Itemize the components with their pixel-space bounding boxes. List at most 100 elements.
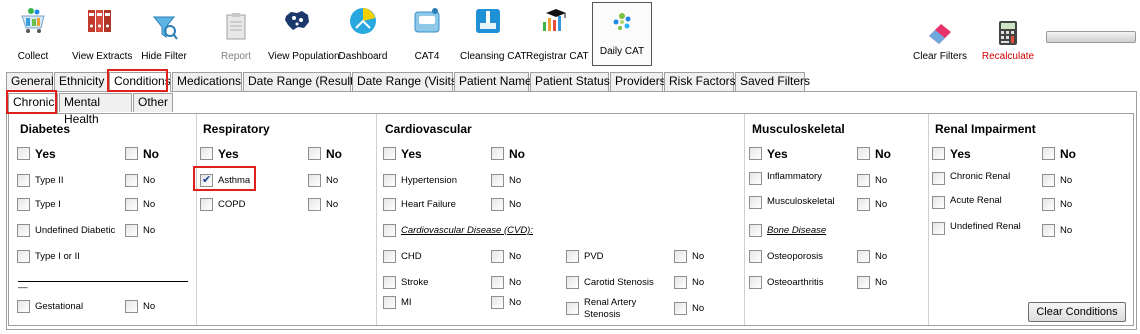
respiratory-no-checkbox[interactable] <box>308 147 321 160</box>
type-ii-label: Type II <box>35 175 64 186</box>
renal-no-checkbox[interactable] <box>1042 147 1055 160</box>
hypertension-checkbox[interactable] <box>383 174 396 187</box>
dashboard-button[interactable]: Dashboard <box>336 2 390 66</box>
carotid-stenosis-no-checkbox[interactable] <box>674 276 687 289</box>
acute-renal-no-label: No <box>1060 199 1073 210</box>
view-extracts-button[interactable]: View Extracts <box>72 2 132 66</box>
type-i-checkbox[interactable] <box>17 198 30 211</box>
respiratory-yes-label: Yes <box>218 147 239 161</box>
undefined-renal-no-checkbox[interactable] <box>1042 224 1055 237</box>
cat4-button[interactable]: CAT4 <box>402 2 452 66</box>
chronic-renal-no-checkbox[interactable] <box>1042 174 1055 187</box>
cvd-checkbox[interactable] <box>383 224 396 237</box>
renal-yes-checkbox[interactable] <box>932 147 945 160</box>
type-i-or-ii-label: Type I or II <box>35 251 80 262</box>
carotid-stenosis-checkbox[interactable] <box>566 276 579 289</box>
subtab-mental-health[interactable]: Mental Health <box>59 93 132 126</box>
tab-ethnicity[interactable]: Ethnicity <box>54 72 108 91</box>
cardiovascular-no-checkbox[interactable] <box>491 147 504 160</box>
tab-risk-factors[interactable]: Risk Factors <box>664 72 736 91</box>
inflammatory-checkbox[interactable] <box>749 172 762 185</box>
subtab-chronic[interactable]: Chronic <box>8 93 58 113</box>
gestational-no-checkbox[interactable] <box>125 300 138 313</box>
musculoskeletal-item-no-checkbox[interactable] <box>857 198 870 211</box>
heart-failure-no-checkbox[interactable] <box>491 198 504 211</box>
musculoskeletal-yes-checkbox[interactable] <box>749 147 762 160</box>
pvd-checkbox[interactable] <box>566 250 579 263</box>
tab-patient-status[interactable]: Patient Status <box>530 72 610 91</box>
diabetes-yes-checkbox[interactable] <box>17 147 30 160</box>
osteoporosis-no-checkbox[interactable] <box>857 250 870 263</box>
mi-no-checkbox[interactable] <box>491 296 504 309</box>
acute-renal-no-checkbox[interactable] <box>1042 198 1055 211</box>
type-i-label: Type I <box>35 199 61 210</box>
type-i-or-ii-checkbox[interactable] <box>17 250 30 263</box>
tab-saved-filters[interactable]: Saved Filters <box>735 72 810 91</box>
cardiovascular-yes-checkbox[interactable] <box>383 147 396 160</box>
cardiovascular-yes-label: Yes <box>401 147 422 161</box>
osteoarthritis-label: Osteoarthritis <box>767 277 824 288</box>
osteoporosis-checkbox[interactable] <box>749 250 762 263</box>
view-population-button[interactable]: View Population <box>268 2 340 66</box>
report-button[interactable]: Report <box>208 2 264 66</box>
cleansing-cat-button[interactable]: Cleansing CAT <box>460 2 527 66</box>
musculoskeletal-no-label: No <box>875 147 891 161</box>
gestational-checkbox[interactable] <box>17 300 30 313</box>
type-ii-checkbox[interactable] <box>17 174 30 187</box>
copd-checkbox[interactable] <box>200 198 213 211</box>
hypertension-no-checkbox[interactable] <box>491 174 504 187</box>
hide-filter-button[interactable]: Hide Filter <box>136 2 192 66</box>
stroke-checkbox[interactable] <box>383 276 396 289</box>
osteoarthritis-checkbox[interactable] <box>749 276 762 289</box>
musculoskeletal-yes-label: Yes <box>767 147 788 161</box>
clear-conditions-button[interactable]: Clear Conditions <box>1028 302 1126 322</box>
stroke-no-checkbox[interactable] <box>491 276 504 289</box>
bone-disease-checkbox[interactable] <box>749 224 762 237</box>
recalculate-button[interactable]: Recalculate <box>978 2 1038 66</box>
tab-date-range-results[interactable]: Date Range (Results) <box>243 72 363 91</box>
tab-date-range-visits[interactable]: Date Range (Visits) <box>352 72 461 91</box>
chronic-panel <box>8 113 1134 326</box>
tab-general[interactable]: General <box>6 72 54 91</box>
daily-cat-button[interactable]: Daily CAT <box>592 2 652 66</box>
asthma-checkbox[interactable] <box>200 173 213 187</box>
mi-label: MI <box>401 297 412 308</box>
inflammatory-no-label: No <box>875 175 888 186</box>
undefined-diabetic-checkbox[interactable] <box>17 224 30 237</box>
cleansing-cat-icon <box>476 9 500 33</box>
type-ii-no-checkbox[interactable] <box>125 174 138 187</box>
chronic-renal-checkbox[interactable] <box>932 172 945 185</box>
tab-providers[interactable]: Providers <box>610 72 666 91</box>
tab-conditions[interactable]: Conditions <box>109 72 171 92</box>
musculoskeletal-item-checkbox[interactable] <box>749 196 762 209</box>
renal-artery-stenosis-no-checkbox[interactable] <box>674 302 687 315</box>
diabetes-no-checkbox[interactable] <box>125 147 138 160</box>
mi-checkbox[interactable] <box>383 296 396 309</box>
musculoskeletal-no-checkbox[interactable] <box>857 147 870 160</box>
clear-filters-button[interactable]: Clear Filters <box>910 2 970 66</box>
heart-failure-label: Heart Failure <box>401 199 456 210</box>
registrar-cat-button[interactable]: Registrar CAT <box>526 2 589 66</box>
undefined-renal-no-label: No <box>1060 225 1073 236</box>
tab-patient-name[interactable]: Patient Name <box>454 72 532 91</box>
pvd-no-checkbox[interactable] <box>674 250 687 263</box>
respiratory-yes-checkbox[interactable] <box>200 147 213 160</box>
osteoarthritis-no-checkbox[interactable] <box>857 276 870 289</box>
undefined-renal-checkbox[interactable] <box>932 222 945 235</box>
copd-no-checkbox[interactable] <box>308 198 321 211</box>
chd-no-checkbox[interactable] <box>491 250 504 263</box>
mi-no-label: No <box>509 297 522 308</box>
chd-checkbox[interactable] <box>383 250 396 263</box>
inflammatory-no-checkbox[interactable] <box>857 174 870 187</box>
subtab-other[interactable]: Other <box>133 93 173 112</box>
undefined-diabetic-no-checkbox[interactable] <box>125 224 138 237</box>
collect-button[interactable]: Collect <box>4 2 62 66</box>
type-i-no-checkbox[interactable] <box>125 198 138 211</box>
chronic-renal-no-label: No <box>1060 175 1073 186</box>
respiratory-no-label: No <box>326 147 342 161</box>
tab-medications[interactable]: Medications <box>172 72 242 91</box>
renal-artery-stenosis-checkbox[interactable] <box>566 302 579 315</box>
asthma-no-checkbox[interactable] <box>308 174 321 187</box>
heart-failure-checkbox[interactable] <box>383 198 396 211</box>
acute-renal-checkbox[interactable] <box>932 196 945 209</box>
